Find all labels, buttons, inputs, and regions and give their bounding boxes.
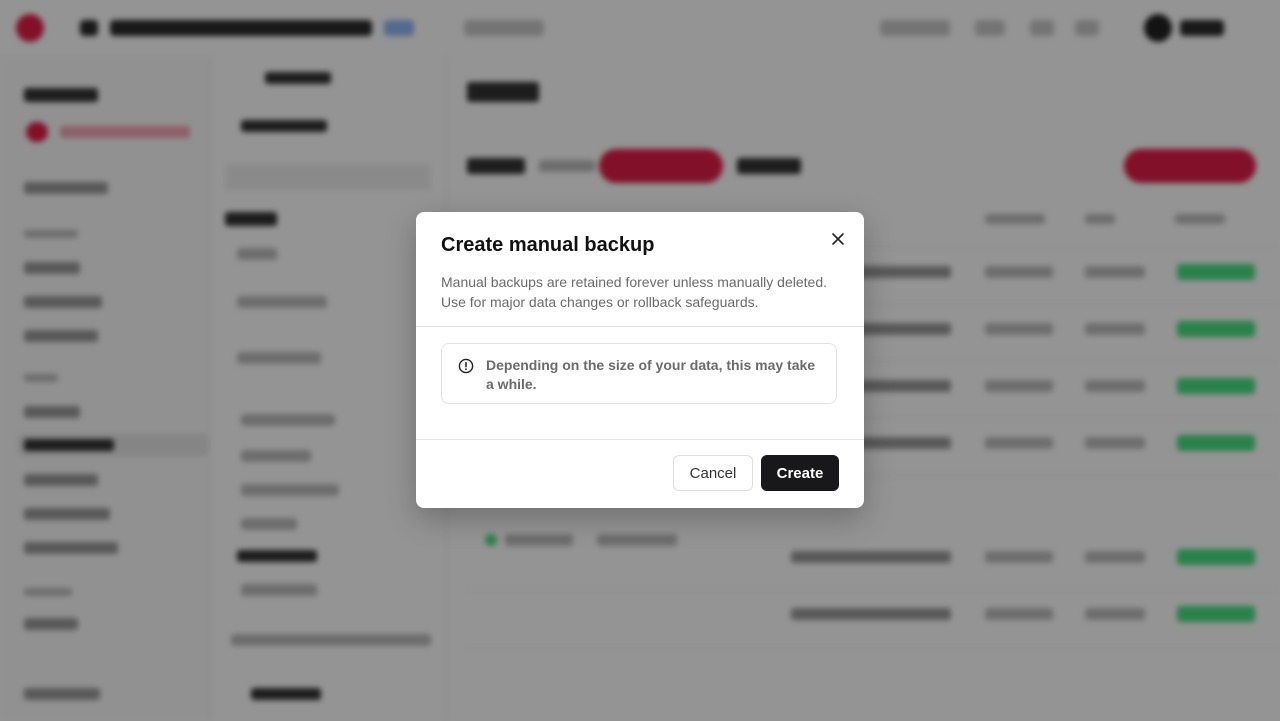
page: Create manual backup Manual backups are … [0,0,1280,721]
alert-text: Depending on the size of your data, this… [486,357,816,392]
create-backup-dialog: Create manual backup Manual backups are … [416,212,864,508]
create-button[interactable]: Create [761,455,839,491]
dialog-body: Depending on the size of your data, this… [416,327,864,440]
alert-circle-icon [458,358,474,374]
dialog-footer: Cancel Create [416,440,864,508]
close-icon [832,233,844,245]
dialog-header: Create manual backup Manual backups are … [416,212,864,327]
info-alert: Depending on the size of your data, this… [441,343,837,404]
cancel-button[interactable]: Cancel [673,455,753,491]
dialog-title: Create manual backup [441,234,655,256]
close-button[interactable] [827,228,849,250]
dialog-description: Manual backups are retained forever unle… [441,274,828,310]
